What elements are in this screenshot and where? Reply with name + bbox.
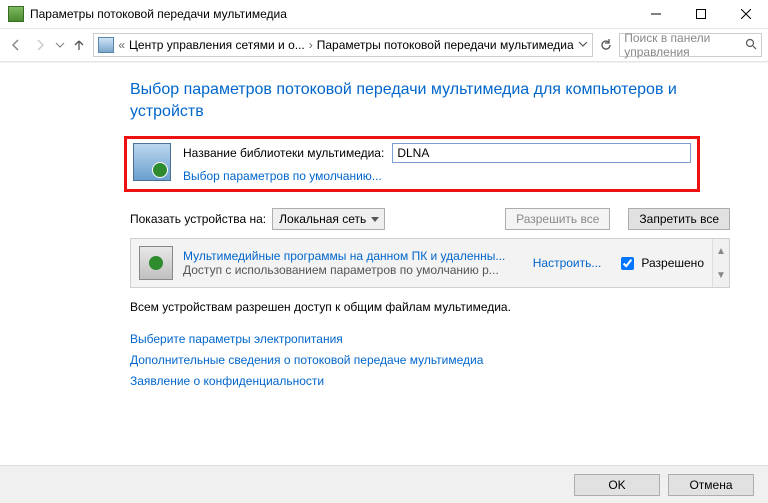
breadcrumb-item[interactable]: Параметры потоковой передачи мультимедиа [317,38,574,52]
block-all-button[interactable]: Запретить все [628,208,730,230]
media-library-icon [133,143,171,181]
search-input[interactable]: Поиск в панели управления [619,33,762,57]
more-info-link[interactable]: Дополнительные сведения о потоковой пере… [130,353,483,367]
network-scope-combo[interactable]: Локальная сеть [272,208,385,230]
power-settings-link[interactable]: Выберите параметры электропитания [130,332,343,346]
refresh-button[interactable] [597,34,616,56]
scroll-up-icon[interactable]: ▲ [713,239,729,263]
recent-dropdown[interactable] [54,33,66,57]
show-devices-label: Показать устройства на: [130,212,266,226]
scrollbar[interactable]: ▲ ▼ [712,239,729,287]
allowed-checkbox-input[interactable] [621,257,634,270]
device-subtitle: Доступ с использованием параметров по ум… [183,263,523,277]
cancel-button[interactable]: Отмена [668,474,754,496]
forward-button[interactable] [30,33,50,57]
device-row[interactable]: Мультимедийные программы на данном ПК и … [131,239,712,287]
breadcrumb-root: « [118,38,125,52]
privacy-link[interactable]: Заявление о конфиденциальности [130,374,324,388]
maximize-button[interactable] [678,0,723,28]
minimize-button[interactable] [633,0,678,28]
device-customize-link[interactable]: Настроить... [533,256,602,270]
device-title: Мультимедийные программы на данном ПК и … [183,249,523,263]
search-placeholder: Поиск в панели управления [624,31,741,59]
breadcrumb-item[interactable]: Центр управления сетями и о... [129,38,305,52]
device-list: Мультимедийные программы на данном ПК и … [130,238,730,288]
allowed-label: Разрешено [641,256,704,270]
show-devices-row: Показать устройства на: Локальная сеть Р… [130,208,730,230]
choose-defaults-link[interactable]: Выбор параметров по умолчанию... [183,169,382,183]
search-icon [745,38,757,53]
related-links: Выберите параметры электропитания Дополн… [130,330,730,390]
ok-button[interactable]: OK [574,474,660,496]
allow-all-button[interactable]: Разрешить все [505,208,610,230]
titlebar: Параметры потоковой передачи мультимедиа [0,0,768,28]
device-icon [139,246,173,280]
window-title: Параметры потоковой передачи мультимедиа [30,7,633,21]
address-bar[interactable]: « Центр управления сетями и о... › Парам… [93,33,592,57]
back-button[interactable] [6,33,26,57]
footer: OK Отмена [0,465,768,503]
library-name-highlight: Название библиотеки мультимедиа: Выбор п… [124,136,700,192]
page-heading: Выбор параметров потоковой передачи муль… [130,79,730,122]
up-button[interactable] [69,33,89,57]
address-dropdown-icon[interactable] [578,38,588,52]
library-name-label: Название библиотеки мультимедиа: [183,146,384,160]
location-icon [98,37,114,53]
close-button[interactable] [723,0,768,28]
access-note: Всем устройствам разрешен доступ к общим… [130,300,730,314]
breadcrumb-separator: › [309,38,313,52]
app-icon [8,6,24,22]
device-allowed-checkbox[interactable]: Разрешено [617,254,704,273]
content-area: Выбор параметров потоковой передачи муль… [0,62,768,465]
library-name-input[interactable] [392,143,691,163]
navbar: « Центр управления сетями и о... › Парам… [0,28,768,62]
scroll-down-icon[interactable]: ▼ [713,263,729,287]
